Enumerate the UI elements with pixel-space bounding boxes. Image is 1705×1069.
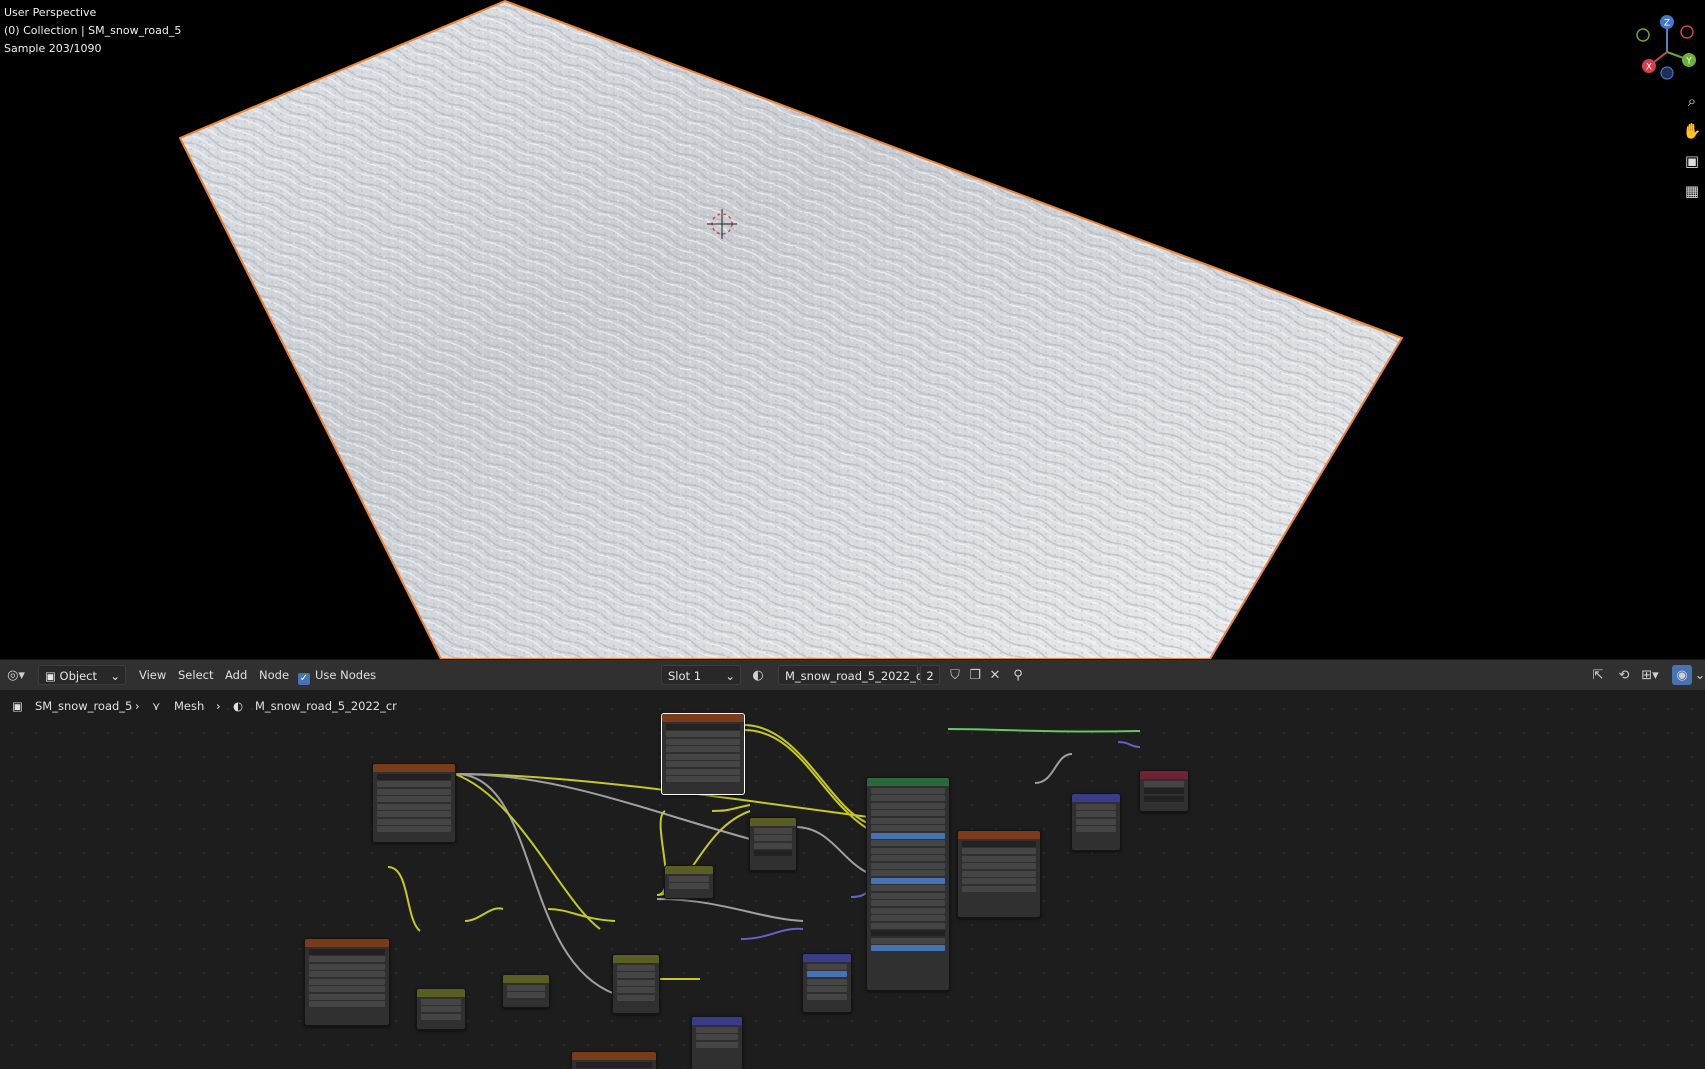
node-header[interactable] (662, 714, 744, 722)
camera-icon[interactable]: ▣ (1681, 150, 1703, 172)
render-sample-label: Sample 203/1090 (4, 42, 102, 55)
node-header[interactable] (1140, 771, 1188, 779)
node-header[interactable] (417, 989, 465, 997)
svg-text:Y: Y (1685, 57, 1692, 67)
image-texture-node[interactable] (372, 763, 456, 843)
shader-node-editor[interactable]: ◎▾ ▣ Object ⌄ View Select Add Node ✓ Use N… (0, 659, 1705, 1069)
collection-label: (0) Collection | SM_snow_road_5 (4, 24, 182, 37)
image-texture-node[interactable] (957, 830, 1041, 918)
navigation-gizmo[interactable]: Z Y X (1625, 8, 1705, 88)
gamma-node[interactable] (502, 974, 550, 1008)
view-perspective-label: User Perspective (4, 6, 97, 19)
node-header[interactable] (613, 955, 659, 963)
principled-bsdf-node[interactable] (866, 777, 950, 991)
mix-node[interactable] (749, 817, 797, 871)
svg-text:X: X (1646, 63, 1652, 73)
mix-node[interactable] (612, 954, 660, 1014)
node-header[interactable] (803, 954, 851, 962)
node-header[interactable] (665, 866, 713, 874)
node-header[interactable] (958, 831, 1040, 839)
hand-icon[interactable]: ✋ (1681, 120, 1703, 142)
image-texture-node[interactable] (304, 938, 390, 1026)
node-header[interactable] (750, 818, 796, 826)
node-header[interactable] (503, 975, 549, 983)
node-header[interactable] (305, 939, 389, 947)
node-header[interactable] (572, 1052, 656, 1060)
gamma-node[interactable] (664, 865, 714, 899)
displacement-node[interactable] (1071, 793, 1121, 851)
material-output-node[interactable] (1139, 770, 1189, 812)
image-texture-node[interactable] (571, 1051, 657, 1069)
node-header[interactable] (1072, 794, 1120, 802)
normal-map-node[interactable] (691, 1016, 743, 1069)
node-header[interactable] (692, 1017, 742, 1025)
node-links (387, 724, 1141, 995)
image-texture-node-selected[interactable] (661, 713, 745, 795)
3d-viewport[interactable]: User Perspective (0) Collection | SM_sno… (0, 0, 1705, 659)
snow-plane[interactable] (0, 0, 1705, 659)
bright-contrast-node[interactable] (416, 988, 466, 1030)
svg-text:Z: Z (1664, 19, 1670, 29)
node-header[interactable] (373, 764, 455, 772)
grid-icon[interactable]: ▦ (1681, 180, 1703, 202)
bump-node[interactable] (802, 953, 852, 1013)
node-header[interactable] (867, 778, 949, 786)
zoom-icon[interactable]: ⌕ (1681, 90, 1703, 112)
